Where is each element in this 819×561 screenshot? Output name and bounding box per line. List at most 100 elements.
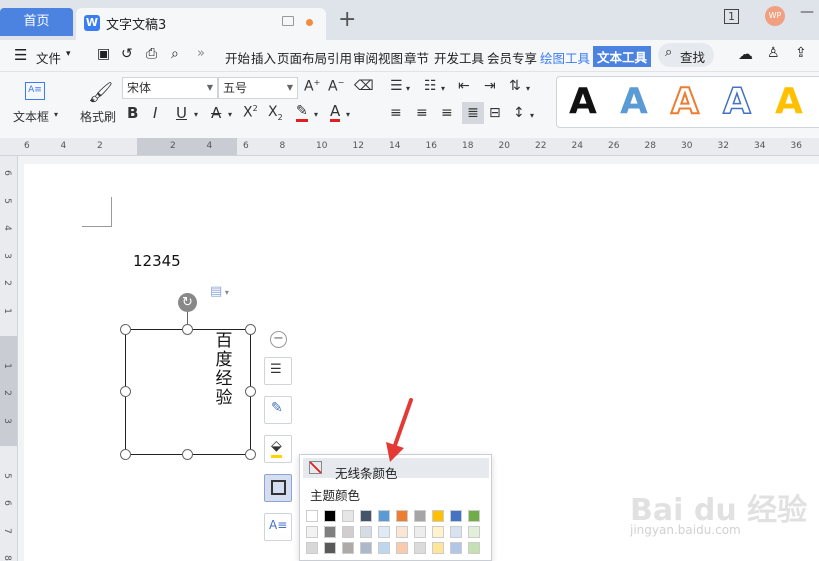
share-icon[interactable]: ⇪ <box>795 45 807 61</box>
menu-tab-text-tools[interactable]: 文本工具 <box>593 46 652 67</box>
superscript-button[interactable]: X2 <box>243 104 258 121</box>
color-swatch[interactable] <box>432 510 444 522</box>
color-swatch[interactable] <box>342 510 354 522</box>
rotate-handle[interactable]: ↻ <box>178 293 197 312</box>
style-blue-outline-a[interactable]: A <box>722 79 751 125</box>
undo-history-icon[interactable]: ↺ <box>121 46 133 62</box>
menu-tab-drawing-tools[interactable]: 绘图工具 <box>540 48 590 67</box>
underline-button[interactable]: U <box>176 104 187 122</box>
menu-tab-member[interactable]: 会员专享 <box>487 48 537 67</box>
tab-home[interactable]: 首页 <box>0 8 73 36</box>
color-swatch[interactable] <box>414 510 426 522</box>
print-icon[interactable]: ⎙ <box>146 46 157 62</box>
text-box-options-button[interactable]: A≡ <box>264 513 292 541</box>
chevron-down-icon[interactable]: ▾ <box>194 110 198 119</box>
color-swatch[interactable] <box>432 526 444 538</box>
menu-tab-insert[interactable]: 插入 <box>251 48 276 67</box>
chevron-down-icon[interactable]: ▾ <box>346 110 350 119</box>
search-button[interactable]: ⌕ 查找 <box>658 43 714 67</box>
chevron-down-icon[interactable]: ▾ <box>441 84 445 93</box>
chevron-down-icon[interactable]: ▾ <box>526 84 530 93</box>
hamburger-icon[interactable]: ☰ <box>14 46 27 64</box>
color-swatch[interactable] <box>360 542 372 554</box>
color-swatch[interactable] <box>378 526 390 538</box>
textbox-button[interactable]: A≡ 文本框 ▾ <box>8 78 63 128</box>
color-swatch[interactable] <box>450 510 462 522</box>
color-swatch[interactable] <box>324 542 336 554</box>
menu-tab-references[interactable]: 引用 <box>327 48 352 67</box>
menu-tab-layout[interactable]: 页面布局 <box>277 48 327 67</box>
align-left-icon[interactable]: ≡ <box>390 105 402 121</box>
fill-color-button[interactable]: ⬙ <box>264 435 292 463</box>
menu-tab-view[interactable]: 视图 <box>378 48 403 67</box>
color-swatch[interactable] <box>324 510 336 522</box>
color-swatch[interactable] <box>450 542 462 554</box>
increase-indent-icon[interactable]: ⇥ <box>484 78 496 94</box>
color-swatch[interactable] <box>468 542 480 554</box>
color-swatch[interactable] <box>414 542 426 554</box>
color-swatch[interactable] <box>396 526 408 538</box>
chevron-down-icon[interactable]: ▾ <box>228 110 232 119</box>
resize-handle-t[interactable] <box>182 324 193 335</box>
font-name-select[interactable]: 宋体 ▼ <box>122 77 218 99</box>
color-swatch[interactable] <box>468 526 480 538</box>
tab-document[interactable]: W 文字文稿3 <box>76 8 326 40</box>
color-swatch[interactable] <box>450 526 462 538</box>
print-preview-icon[interactable]: ⌕ <box>171 46 179 62</box>
more-icon[interactable]: » <box>197 46 205 61</box>
decrease-indent-icon[interactable]: ⇤ <box>458 78 470 94</box>
text-direction-icon[interactable]: ⇅ <box>509 78 521 94</box>
color-swatch[interactable] <box>378 510 390 522</box>
resize-handle-r[interactable] <box>245 386 256 397</box>
chevron-down-icon[interactable]: ▾ <box>314 110 318 119</box>
body-text-line[interactable]: 12345 <box>133 252 181 270</box>
chevron-down-icon[interactable]: ▾ <box>530 111 534 120</box>
style-blue-a[interactable]: A <box>620 79 648 125</box>
style-orange-outline-a[interactable]: A <box>670 79 700 125</box>
distribute-icon[interactable]: ⊟ <box>489 105 501 121</box>
resize-handle-bl[interactable] <box>120 449 131 460</box>
font-color-button[interactable]: A <box>330 103 341 122</box>
chevron-down-icon[interactable]: ▾ <box>66 49 71 59</box>
numbered-list-icon[interactable]: ☷ <box>424 78 437 94</box>
color-swatch[interactable] <box>432 542 444 554</box>
highlight-color-button[interactable]: ✎ <box>296 103 308 122</box>
new-tab-button[interactable]: + <box>338 8 356 32</box>
color-swatch[interactable] <box>360 526 372 538</box>
color-swatch[interactable] <box>378 542 390 554</box>
justify-icon[interactable]: ≣ <box>462 102 484 124</box>
cloud-icon[interactable]: ☁ <box>738 45 753 63</box>
window-count-badge[interactable]: 1 <box>724 9 739 24</box>
color-swatch[interactable] <box>396 542 408 554</box>
color-swatch[interactable] <box>414 526 426 538</box>
menu-file[interactable]: 文件 <box>36 48 61 67</box>
color-swatch[interactable] <box>342 542 354 554</box>
chevron-down-icon[interactable]: ▾ <box>406 84 410 93</box>
resize-handle-tr[interactable] <box>245 324 256 335</box>
menu-tab-section[interactable]: 章节 <box>404 48 429 67</box>
shrink-font-icon[interactable]: A− <box>328 78 344 95</box>
color-swatch[interactable] <box>342 526 354 538</box>
bold-button[interactable]: B <box>127 104 138 122</box>
horizontal-ruler[interactable]: 6 4 2 2 4 6 8 10 12 14 16 18 20 22 24 26 28 30 32 34 36 <box>0 138 819 156</box>
shape-style-button[interactable]: ✎ <box>264 396 292 424</box>
outline-color-button[interactable] <box>264 474 292 502</box>
monitor-icon[interactable] <box>282 16 294 26</box>
color-swatch[interactable] <box>468 510 480 522</box>
color-swatch[interactable] <box>396 510 408 522</box>
grow-font-icon[interactable]: A+ <box>304 78 320 95</box>
layout-options-icon[interactable]: ▤ ▾ <box>210 284 229 299</box>
user-add-icon[interactable]: ♙ <box>767 45 780 61</box>
align-center-icon[interactable]: ≡ <box>416 105 428 121</box>
strikethrough-button[interactable]: A <box>211 104 221 122</box>
menu-tab-start[interactable]: 开始 <box>225 48 250 67</box>
resize-handle-br[interactable] <box>245 449 256 460</box>
clear-format-icon[interactable]: ⌫ <box>354 78 374 94</box>
save-icon[interactable]: ▣ <box>97 46 110 62</box>
color-swatch[interactable] <box>306 510 318 522</box>
style-black-a[interactable]: A <box>569 79 597 125</box>
wrap-text-button[interactable]: ☰ <box>264 357 292 385</box>
format-painter-button[interactable]: 🖌 格式刷 <box>76 78 120 128</box>
font-size-select[interactable]: 五号 ▼ <box>218 77 298 99</box>
align-right-icon[interactable]: ≡ <box>441 105 453 121</box>
